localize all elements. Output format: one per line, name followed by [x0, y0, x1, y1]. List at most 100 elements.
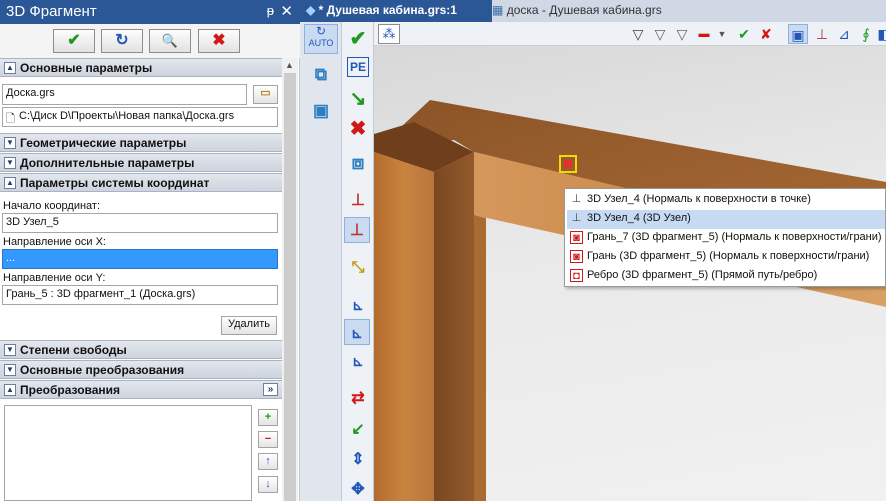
menu-item-edge[interactable]: ◘ Ребро (3D фрагмент_5) (Прямой путь/ребр…: [567, 267, 885, 286]
scrollbar-thumb[interactable]: [284, 73, 296, 501]
select-faces-icon[interactable]: ◧: [874, 24, 886, 44]
open-folder-button[interactable]: ▭: [253, 85, 278, 104]
axis-clear-icon[interactable]: ⤡: [345, 255, 371, 281]
auto-label: AUTO: [308, 38, 334, 48]
checkmark-icon: ✔: [67, 32, 81, 49]
section-geometric-params[interactable]: ▼ Геометрические параметры: [0, 133, 282, 152]
move-icon[interactable]: ✥: [345, 477, 371, 501]
section-label: Геометрические параметры: [20, 136, 187, 150]
axis-direction-icon[interactable]: ⊥: [344, 217, 370, 243]
remove-transform-button[interactable]: −: [258, 431, 278, 448]
file-name-field[interactable]: Доска.grs: [2, 84, 247, 105]
select-paths-icon[interactable]: ∮: [856, 24, 876, 44]
y-axis-label: Направление оси Y:: [3, 272, 106, 284]
auto-button[interactable]: ↻ AUTO: [304, 24, 338, 54]
filter-edge-icon[interactable]: ▽: [672, 24, 692, 44]
section-basic-params[interactable]: ▲ Основные параметры: [0, 58, 282, 77]
auto-icon: ↻: [315, 24, 327, 38]
snap-context-menu: ⊥ 3D Узел_4 (Нормаль к поверхности в точк…: [564, 188, 886, 287]
add-transform-button[interactable]: +: [258, 409, 278, 426]
tab-shower-cabin[interactable]: ◆ * Душевая кабина.grs:1: [300, 0, 492, 22]
refresh-button[interactable]: ↻: [101, 29, 143, 53]
dropdown-arrow-icon[interactable]: ▼: [712, 24, 732, 44]
expand-icon: ▼: [4, 364, 16, 376]
node-marker-icon[interactable]: [564, 160, 572, 168]
menu-item-node[interactable]: ⊥ 3D Узел_4 (3D Узел): [567, 210, 885, 229]
fragment-list-icon[interactable]: ▣: [308, 98, 334, 124]
menu-item-face-7[interactable]: ◙ Грань_7 (3D фрагмент_5) (Нормаль к пове…: [567, 229, 885, 248]
select-nodes-icon[interactable]: ⊥: [812, 24, 832, 44]
deselect-filter-icon[interactable]: ✘: [756, 24, 776, 44]
section-label: Дополнительные параметры: [20, 156, 195, 170]
refresh-icon: ↻: [115, 32, 129, 49]
section-basic-transforms[interactable]: ▼ Основные преобразования: [0, 360, 282, 379]
document-tabs: ◆ * Душевая кабина.grs:1 ▦ доска - Душев…: [300, 0, 886, 22]
app-window: 3D Фрагмент ᵽ ✕ ✔ ↻ 🔍 ✖ ▲ ▲ Основные пара…: [0, 0, 886, 501]
file-path-text: C:\Диск D\Проекты\Новая папка\Доска.grs: [19, 110, 235, 122]
accept-next-icon[interactable]: ↘: [345, 86, 371, 112]
menu-item-label: 3D Узел_4 (3D Узел): [587, 212, 691, 224]
delete-button[interactable]: Удалить: [221, 316, 277, 335]
menu-item-face[interactable]: ◙ Грань (3D фрагмент_5) (Нормаль к поверх…: [567, 248, 885, 267]
axis-origin-icon[interactable]: ⊥: [345, 188, 371, 214]
expand-icon: ▼: [4, 157, 16, 169]
ok-button[interactable]: ✔: [53, 29, 95, 53]
select-filter-icon[interactable]: ✔: [734, 24, 754, 44]
node-icon: ⊥: [571, 212, 582, 224]
menu-item-label: Грань (3D фрагмент_5) (Нормаль к поверхн…: [587, 250, 870, 262]
panel-title: 3D Фрагмент: [6, 3, 97, 20]
section-degrees-of-freedom[interactable]: ▼ Степени свободы: [0, 340, 282, 359]
flip-x-icon[interactable]: ⇄: [345, 386, 371, 412]
properties-panel: 3D Фрагмент ᵽ ✕ ✔ ↻ 🔍 ✖ ▲ ▲ Основные пара…: [0, 0, 300, 501]
tab-board[interactable]: ▦ доска - Душевая кабина.grs: [486, 0, 706, 22]
document-icon: 🗋: [6, 113, 15, 125]
filter-color-icon[interactable]: ▬: [694, 24, 714, 44]
select-edges-icon[interactable]: ⊿: [834, 24, 854, 44]
tab-3d-icon: ◆: [306, 3, 316, 17]
filter-icon[interactable]: ▽: [628, 24, 648, 44]
command-toolbar: ✔ PE ↘ ✖ ⧈ ⊥ ⊥ ⤡ ⊾ ⊾ ⊾ ⇄ ↙ ⇕ ✥: [342, 22, 374, 501]
move-up-button[interactable]: ↑: [258, 453, 278, 470]
expand-icon: ▼: [4, 137, 16, 149]
view-zoom-icon[interactable]: ⧈: [345, 150, 371, 176]
transforms-list[interactable]: [4, 405, 252, 501]
snap-mode-icon[interactable]: ⁂: [378, 24, 400, 44]
menu-item-label: Грань_7 (3D фрагмент_5) (Нормаль к повер…: [587, 231, 882, 243]
pe-icon[interactable]: PE: [347, 57, 369, 77]
axis-2-icon[interactable]: ⊾: [344, 319, 370, 345]
panel-scrollbar[interactable]: ▲: [282, 58, 298, 501]
fragment-insert-icon[interactable]: ⧉: [308, 62, 334, 88]
pin-icon[interactable]: ᵽ: [267, 3, 274, 18]
y-axis-field[interactable]: Грань_5 : 3D фрагмент_1 (Доска.grs): [2, 285, 278, 305]
section-additional-params[interactable]: ▼ Дополнительные параметры: [0, 153, 282, 172]
menu-item-node-normal[interactable]: ⊥ 3D Узел_4 (Нормаль к поверхности в точк…: [567, 191, 885, 210]
post-front-face: [374, 152, 434, 501]
close-icon[interactable]: ✕: [280, 2, 293, 20]
axis-3-icon[interactable]: ⊾: [345, 348, 371, 374]
rotate-z-icon[interactable]: ⇕: [345, 447, 371, 473]
face-icon: ◙: [570, 231, 583, 244]
section-label: Параметры системы координат: [20, 176, 210, 190]
filter-face-icon[interactable]: ▽: [650, 24, 670, 44]
rotate-y-icon[interactable]: ↙: [345, 417, 371, 443]
apply-icon[interactable]: ✔: [345, 26, 371, 52]
cancel-icon[interactable]: ✖: [345, 116, 371, 142]
left-vertical-toolbar: ↻ AUTO ⧉ ▣: [300, 0, 342, 501]
tab-label: доска - Душевая кабина.grs: [506, 3, 662, 17]
expand-panel-icon[interactable]: »: [263, 383, 278, 396]
move-down-button[interactable]: ↓: [258, 476, 278, 493]
section-coord-system[interactable]: ▲ Параметры системы координат: [0, 173, 282, 192]
cross-icon: ✖: [212, 32, 226, 49]
preview-button[interactable]: 🔍: [149, 29, 191, 53]
tab-label: * Душевая кабина.grs:1: [318, 3, 457, 17]
scroll-up-icon[interactable]: ▲: [285, 60, 294, 70]
folder-icon: ▭: [260, 87, 271, 99]
origin-field[interactable]: 3D Узел_5: [2, 213, 278, 233]
x-axis-label: Направление оси X:: [3, 236, 106, 248]
axis-1-icon[interactable]: ⊾: [345, 292, 371, 318]
select-objects-icon[interactable]: ▣: [788, 24, 808, 44]
x-axis-field[interactable]: ...: [2, 249, 278, 269]
section-label: Преобразования: [20, 383, 121, 397]
section-transforms[interactable]: ▲ Преобразования »: [0, 380, 282, 399]
cancel-button[interactable]: ✖: [198, 29, 240, 53]
